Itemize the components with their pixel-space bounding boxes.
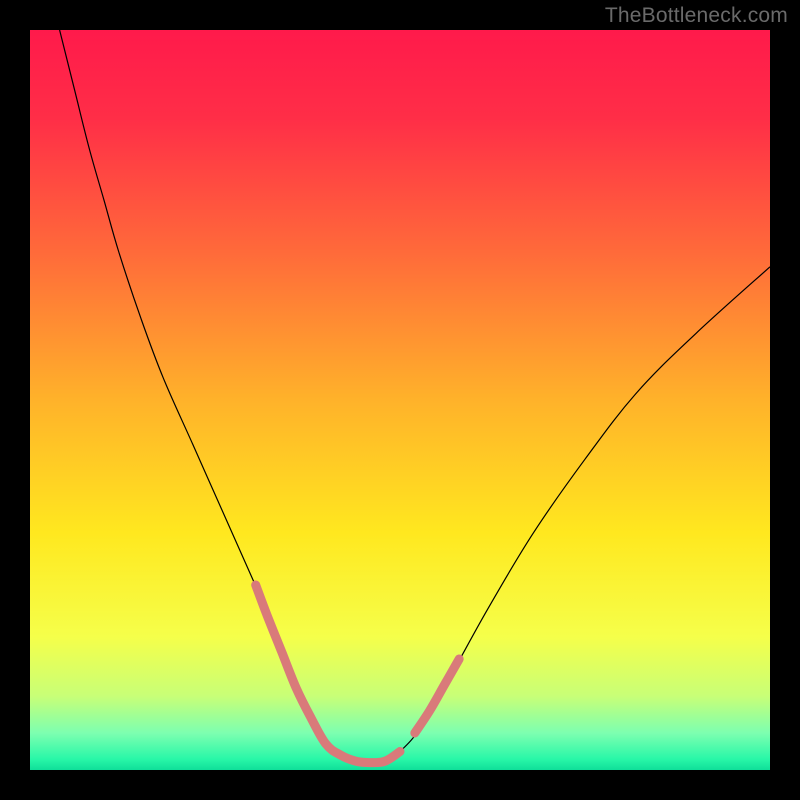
series-main-curve	[60, 30, 770, 763]
plot-area	[30, 30, 770, 770]
chart-frame: TheBottleneck.com	[0, 0, 800, 800]
series-highlight-valley	[256, 585, 400, 763]
series-highlight-right	[415, 659, 459, 733]
curve-layer	[30, 30, 770, 770]
watermark-text: TheBottleneck.com	[605, 4, 788, 28]
